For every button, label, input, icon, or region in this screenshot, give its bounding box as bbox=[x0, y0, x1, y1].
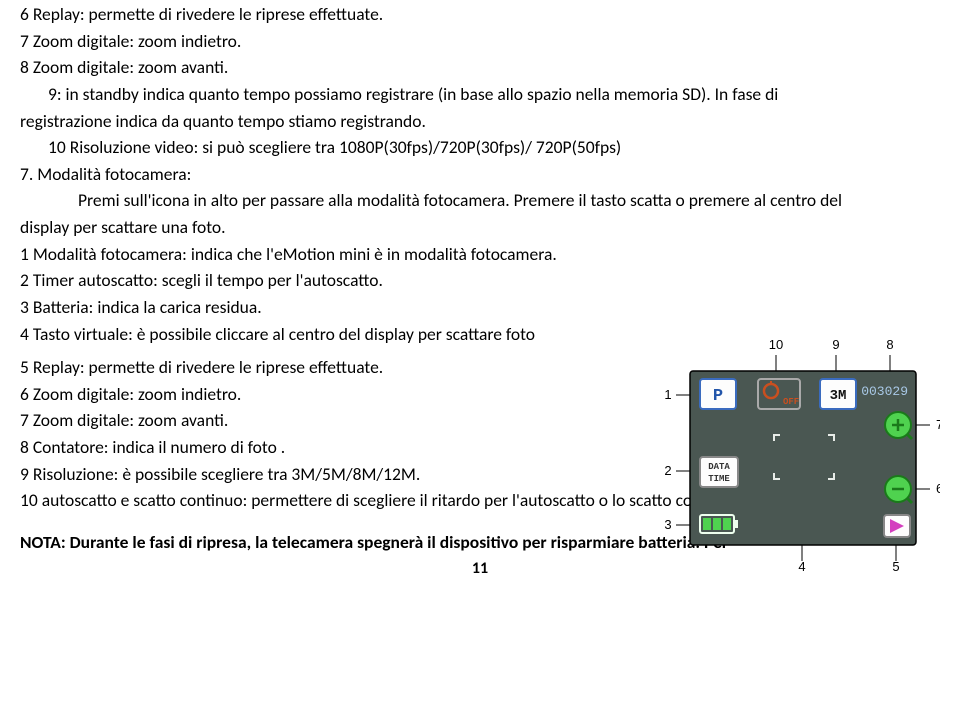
camera-diagram: P OFF 3M 003029 bbox=[662, 335, 940, 577]
line-8-zoom-in: 8 Zoom digitale: zoom avanti. bbox=[20, 56, 940, 80]
callout-7: 7 bbox=[936, 417, 940, 432]
line-1-camera-mode: 1 Modalità fotocamera: indica che l'eMot… bbox=[20, 243, 940, 267]
svg-text:P: P bbox=[713, 387, 723, 406]
line-2-timer: 2 Timer autoscatto: scegli il tempo per … bbox=[20, 269, 940, 293]
mode-icon: P bbox=[700, 379, 736, 409]
line-6-replay: 6 Replay: permette di rivedere le ripres… bbox=[20, 3, 940, 27]
callout-10: 10 bbox=[769, 337, 783, 352]
svg-text:OFF: OFF bbox=[783, 397, 799, 407]
line-7-zoom-in: 7 Zoom digitale: zoom avanti. bbox=[20, 409, 660, 433]
callout-6: 6 bbox=[936, 481, 940, 496]
line-6-zoom-out: 6 Zoom digitale: zoom indietro. bbox=[20, 383, 660, 407]
callout-2: 2 bbox=[664, 463, 671, 478]
callout-9: 9 bbox=[832, 337, 839, 352]
resolution-icon: 3M bbox=[820, 379, 856, 409]
callout-8: 8 bbox=[886, 337, 893, 352]
callout-1: 1 bbox=[664, 387, 671, 402]
line-8-counter: 8 Contatore: indica il numero di foto . bbox=[20, 436, 660, 460]
svg-text:DATA: DATA bbox=[708, 462, 730, 472]
line-9-standby-a: 9: in standby indica quanto tempo possia… bbox=[20, 83, 940, 107]
line-7-zoom-out: 7 Zoom digitale: zoom indietro. bbox=[20, 30, 940, 54]
line-9-standby-b: registrazione indica da quanto tempo sti… bbox=[20, 110, 940, 134]
zoom-out-icon bbox=[885, 476, 912, 503]
callout-5: 5 bbox=[892, 559, 899, 574]
callout-3: 3 bbox=[664, 517, 671, 532]
line-camera-press-a: Premi sull'icona in alto per passare all… bbox=[20, 189, 940, 213]
line-4-virtual-button: 4 Tasto virtuale: è possibile cliccare a… bbox=[20, 323, 660, 347]
line-3-battery: 3 Batteria: indica la carica residua. bbox=[20, 296, 660, 320]
datetime-icon: DATA TIME bbox=[700, 457, 738, 487]
counter-text: 003029 bbox=[861, 384, 908, 399]
replay-icon bbox=[884, 515, 910, 537]
line-10-resolution-video: 10 Risoluzione video: si può scegliere t… bbox=[20, 136, 940, 160]
svg-text:3M: 3M bbox=[830, 388, 847, 404]
line-5-replay: 5 Replay: permette di rivedere le ripres… bbox=[20, 356, 660, 380]
callout-4: 4 bbox=[798, 559, 805, 574]
zoom-in-icon bbox=[885, 412, 912, 439]
section-7-camera-mode: 7. Modalità fotocamera: bbox=[20, 163, 940, 187]
svg-text:TIME: TIME bbox=[708, 474, 730, 484]
line-camera-press-b: display per scattare una foto. bbox=[20, 216, 940, 240]
